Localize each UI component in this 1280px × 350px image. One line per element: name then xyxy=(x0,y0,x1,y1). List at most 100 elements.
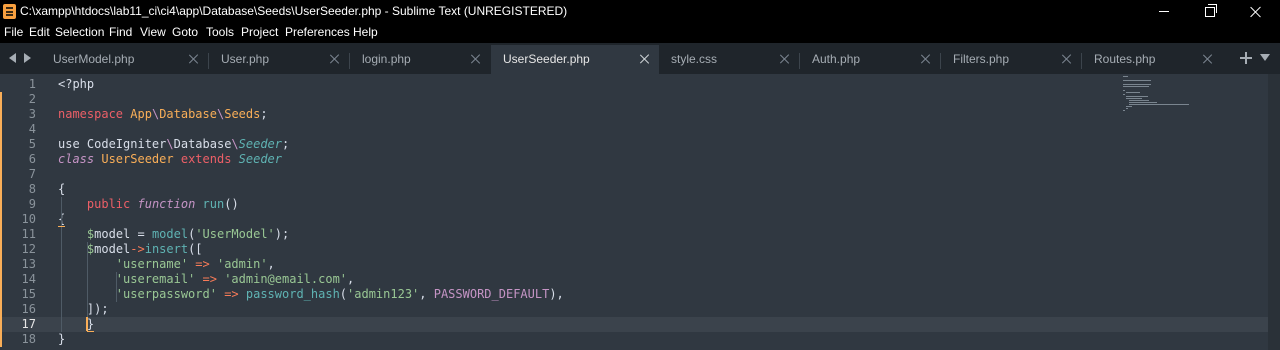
code-line[interactable]: 'username' => 'admin', xyxy=(58,257,275,272)
minimize-button[interactable] xyxy=(1141,0,1187,23)
code-line[interactable]: use CodeIgniter\Database\Seeder; xyxy=(58,137,289,152)
code-token: <?php xyxy=(58,77,95,91)
text-cursor xyxy=(86,317,88,331)
code-line[interactable]: ]); xyxy=(58,302,109,317)
menu-help[interactable]: Help xyxy=(353,25,378,39)
menu-file[interactable]: File xyxy=(4,25,23,39)
code-token: function xyxy=(137,197,196,211)
code-token: 'admin' xyxy=(216,257,268,271)
close-icon xyxy=(1250,6,1262,18)
chevron-left-icon[interactable] xyxy=(9,53,16,63)
sublime-text-icon[interactable] xyxy=(3,4,16,19)
line-number: 4 xyxy=(28,122,36,136)
line-number: 17 xyxy=(21,317,36,331)
window-title: C:\xampp\htdocs\lab11_ci\ci4\app\Databas… xyxy=(20,4,568,18)
code-token: 'admin@email.com' xyxy=(224,272,348,286)
tab-bar: UserModel.php User.php login.php UserSee… xyxy=(0,43,1280,74)
menu-project[interactable]: Project xyxy=(241,25,278,39)
code-line[interactable]: public function run() xyxy=(58,197,239,212)
code-token: , xyxy=(267,257,275,271)
close-tab-icon[interactable] xyxy=(921,54,931,64)
close-window-button[interactable] xyxy=(1233,0,1279,23)
close-tab-icon[interactable] xyxy=(1062,54,1072,64)
tab-label: style.css xyxy=(671,52,718,66)
code-line[interactable]: 'userpassword' => password_hash('admin12… xyxy=(58,287,564,302)
code-line[interactable]: } xyxy=(58,332,65,347)
code-token: App xyxy=(130,107,152,121)
close-tab-icon[interactable] xyxy=(330,54,340,64)
tab-label: UserModel.php xyxy=(53,52,135,66)
minimap-line xyxy=(1123,84,1151,85)
menu-find[interactable]: Find xyxy=(109,25,132,39)
current-line-highlight xyxy=(0,317,1268,332)
tab-auth[interactable]: Auth.php xyxy=(800,45,941,74)
menu-bar: File Edit Selection Find View Goto Tools… xyxy=(0,23,1280,43)
close-tab-icon[interactable] xyxy=(1203,54,1213,64)
code-token: ); xyxy=(274,227,290,241)
code-token: model xyxy=(94,227,131,241)
minimap-line xyxy=(1123,76,1128,77)
code-token: } xyxy=(58,332,66,346)
code-token: => xyxy=(224,287,239,301)
maximize-button[interactable] xyxy=(1187,0,1233,23)
code-line[interactable]: namespace App\Database\Seeds; xyxy=(58,107,268,122)
code-token: public xyxy=(86,197,131,211)
close-tab-icon[interactable] xyxy=(780,54,790,64)
code-token: -> xyxy=(130,242,145,256)
menu-tools[interactable]: Tools xyxy=(206,25,234,39)
code-token: password_hash xyxy=(245,287,340,301)
vertical-scrollbar[interactable] xyxy=(1268,74,1280,350)
minimap[interactable] xyxy=(1120,74,1200,114)
line-number: 6 xyxy=(28,152,36,166)
line-number: 14 xyxy=(21,272,36,286)
chevron-down-icon[interactable] xyxy=(1260,54,1270,61)
tab-filters[interactable]: Filters.php xyxy=(941,45,1082,74)
minimap-line xyxy=(1126,108,1128,109)
code-token: () xyxy=(224,197,239,211)
line-number: 5 xyxy=(28,137,36,151)
plus-icon[interactable] xyxy=(1240,52,1252,64)
code-token: extends xyxy=(180,152,232,166)
code-token: \ xyxy=(231,137,239,151)
code-line[interactable]: class UserSeeder extends Seeder xyxy=(58,152,282,167)
code-token: 'username' xyxy=(115,257,189,271)
tab-userseeder[interactable]: UserSeeder.php xyxy=(491,45,659,74)
code-line[interactable]: 'useremail' => 'admin@email.com', xyxy=(58,272,354,287)
code-token: CodeIgniter xyxy=(79,137,167,151)
code-editor[interactable]: 1 2 3 4 5 6 7 8 9 10 11 12 13 14 15 16 17 18 <?php namespa… xyxy=(0,74,1268,350)
code-line[interactable]: } xyxy=(58,317,94,332)
tab-login[interactable]: login.php xyxy=(350,45,491,74)
menu-preferences[interactable]: Preferences xyxy=(285,25,350,39)
code-line[interactable]: $model->insert([ xyxy=(58,242,203,257)
minimap-line xyxy=(1126,98,1142,99)
tab-usermodel[interactable]: UserModel.php xyxy=(41,45,209,74)
bracket-match-marker xyxy=(87,331,94,332)
menu-view[interactable]: View xyxy=(140,25,166,39)
code-token: use xyxy=(58,137,80,151)
close-tab-icon[interactable] xyxy=(189,54,199,64)
code-token: ), xyxy=(549,287,564,301)
code-token: PASSWORD_DEFAULT xyxy=(433,287,550,301)
code-line[interactable]: $model = model('UserModel'); xyxy=(58,227,289,242)
minimap-line xyxy=(1123,86,1149,87)
tab-user[interactable]: User.php xyxy=(209,45,350,74)
menu-goto[interactable]: Goto xyxy=(172,25,198,39)
code-line[interactable]: <?php xyxy=(58,77,94,92)
line-number: 1 xyxy=(28,77,36,91)
code-token: ; xyxy=(260,107,268,121)
tab-label: Routes.php xyxy=(1094,52,1156,66)
menu-edit[interactable]: Edit xyxy=(29,25,50,39)
tab-style[interactable]: style.css xyxy=(659,45,800,74)
code-token: Seeder xyxy=(238,152,283,166)
chevron-right-icon[interactable] xyxy=(24,53,31,63)
close-tab-icon[interactable] xyxy=(640,54,650,64)
menu-selection[interactable]: Selection xyxy=(55,25,104,39)
tab-routes[interactable]: Routes.php xyxy=(1082,45,1223,74)
code-line[interactable]: { xyxy=(58,182,65,197)
close-tab-icon[interactable] xyxy=(471,54,481,64)
line-number: 7 xyxy=(28,167,36,181)
